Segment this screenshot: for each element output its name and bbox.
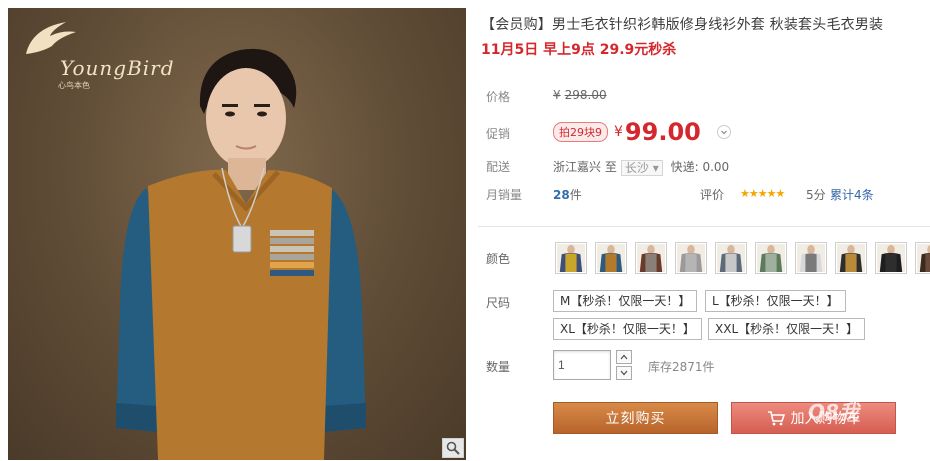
chevron-up-icon <box>620 354 628 360</box>
chevron-down-icon <box>720 130 727 135</box>
city-select[interactable]: 长沙 ▾ <box>620 159 663 176</box>
rating-label: 评价 <box>700 188 725 202</box>
quantity-decrease[interactable] <box>616 366 632 380</box>
color-swatch-9[interactable] <box>875 242 907 274</box>
size-option-m[interactable]: M【秒杀！仅限一天！】 <box>553 290 698 312</box>
color-swatch-1[interactable] <box>555 242 587 274</box>
sweater-thumbnail-icon <box>917 244 930 272</box>
sale-price-row: 促销 拍29块9 ¥99.00 <box>478 116 930 146</box>
sweater-thumbnail-icon <box>557 244 585 272</box>
promo-text: 11月5日 早上9点 29.9元秒杀 <box>481 42 677 58</box>
product-image[interactable]: YoungBird 心鸟本色 <box>8 8 466 460</box>
chevron-down-icon <box>620 370 628 376</box>
sweater-thumbnail-icon <box>717 244 745 272</box>
sale-price-group: 拍29块9 ¥99.00 <box>553 118 731 146</box>
brand-subtitle: 心鸟本色 <box>58 81 90 90</box>
sale-currency: ¥ <box>614 124 623 140</box>
fee-label: 快递: <box>670 160 699 174</box>
sale-price: 99.00 <box>624 118 701 146</box>
color-swatch-8[interactable] <box>835 242 867 274</box>
magnifier-icon <box>446 441 460 455</box>
rating-stars: ★★★★★ <box>740 187 785 200</box>
size-option-l[interactable]: L【秒杀！仅限一天！】 <box>705 290 846 312</box>
product-header: 【会员购】男士毛衣针织衫韩版修身线衫外套 秋装套头毛衣男装 11月5日 早上9点… <box>481 14 930 59</box>
caret-down-icon: ▾ <box>652 160 659 175</box>
promo-label: 促销 <box>486 127 511 141</box>
color-swatch-2[interactable] <box>595 242 627 274</box>
size-option-xl[interactable]: XL【秒杀！仅限一天！】 <box>553 318 702 340</box>
brand-name: YoungBird <box>60 56 175 80</box>
color-swatch-7[interactable] <box>795 242 827 274</box>
size-option-xxl[interactable]: XXL【秒杀！仅限一天！】 <box>708 318 866 340</box>
product-page: YoungBird 心鸟本色 【会员购】男士毛衣针织衫韩版修身线衫外套 秋装套头… <box>0 0 930 461</box>
color-swatch-10[interactable] <box>915 242 930 274</box>
stock-count: 库存2871件 <box>648 360 715 374</box>
shipping-fee: 0.00 <box>702 160 730 174</box>
ship-from: 浙江嘉兴 <box>553 160 602 174</box>
zoom-button[interactable] <box>442 438 464 458</box>
brand-logo: YoungBird 心鸟本色 <box>22 18 174 94</box>
wing-icon <box>26 22 76 54</box>
quantity-label: 数量 <box>486 360 511 374</box>
color-swatch-3[interactable] <box>635 242 667 274</box>
shipping-label: 配送 <box>486 160 511 174</box>
monthly-sales: 28件 <box>553 188 582 202</box>
sweater-thumbnail-icon <box>877 244 905 272</box>
sweater-thumbnail-icon <box>637 244 665 272</box>
size-label: 尺码 <box>486 296 511 310</box>
more-promos-button[interactable] <box>716 125 731 139</box>
buy-now-button[interactable]: 立刻购买 <box>553 402 718 434</box>
color-swatch-6[interactable] <box>755 242 787 274</box>
cart-icon <box>767 411 785 426</box>
product-title: 【会员购】男士毛衣针织衫韩版修身线衫外套 秋装套头毛衣男装 <box>481 17 884 33</box>
shipping-info: 浙江嘉兴 至长沙 ▾ 快递: 0.00 <box>553 158 729 176</box>
reviews-link[interactable]: 累计4条 <box>830 186 874 203</box>
original-price: ¥298.00 <box>553 88 607 102</box>
rating-score: 5分 <box>806 188 826 202</box>
sweater-thumbnail-icon <box>837 244 865 272</box>
watermark: Q8我 <box>808 400 859 424</box>
quantity-input[interactable] <box>553 350 611 380</box>
promo-badge: 拍29块9 <box>553 122 608 142</box>
quantity-increase[interactable] <box>616 350 632 364</box>
sweater-thumbnail-icon <box>797 244 825 272</box>
section-divider <box>478 226 930 227</box>
ship-to-word: 至 <box>604 160 617 174</box>
sweater-thumbnail-icon <box>677 244 705 272</box>
monthly-sales-label: 月销量 <box>486 188 523 202</box>
color-label: 颜色 <box>486 252 511 266</box>
color-swatch-5[interactable] <box>715 242 747 274</box>
color-swatch-4[interactable] <box>675 242 707 274</box>
price-label: 价格 <box>486 90 511 104</box>
sweater-thumbnail-icon <box>757 244 785 272</box>
sweater-thumbnail-icon <box>597 244 625 272</box>
